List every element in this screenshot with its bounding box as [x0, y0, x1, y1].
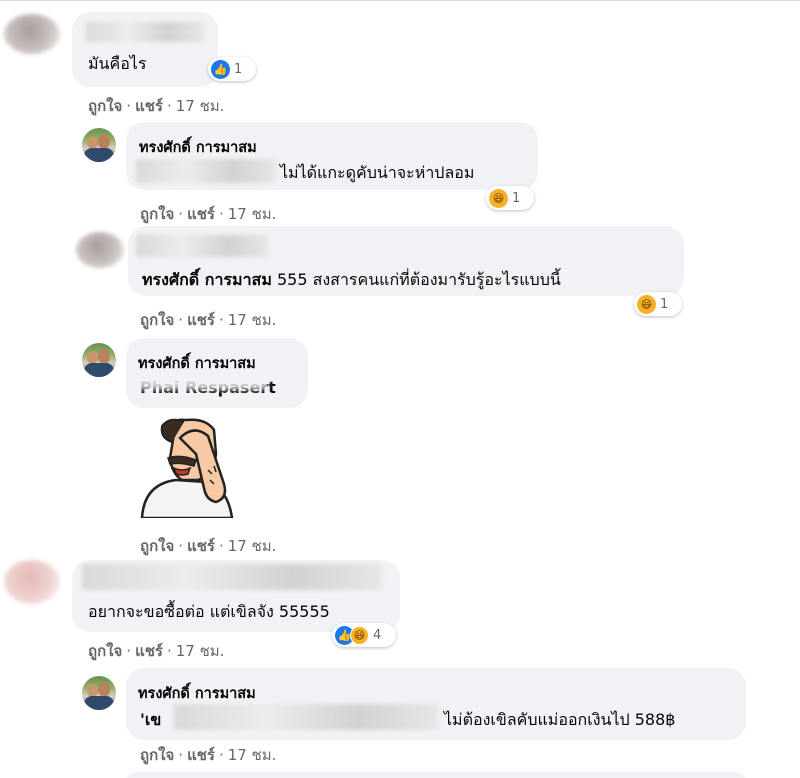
reaction-summary[interactable]: 😆 1	[634, 292, 682, 316]
timestamp[interactable]: 17 ชม.	[176, 642, 225, 660]
share-link[interactable]: แชร์	[187, 311, 215, 329]
comment-text: ไม่ได้แกะดูคับน่าจะห่าปลอม	[280, 163, 475, 182]
comment-text: 'เข	[140, 708, 161, 733]
redacted-author-name	[86, 22, 204, 42]
comment-actions: ถูกใจ · แชร์ · 17 ชม.	[140, 311, 277, 329]
comment-text: ไม่ต้องเขิลคับแม่ออกเงินไป 588฿	[444, 710, 676, 729]
comment-bubble: ทรงศักดิ์ การมาสม 555 สงสารคนแก่ที่ต้องม…	[128, 226, 684, 296]
top-divider	[0, 0, 800, 1]
comment-actions: ถูกใจ · แชร์ · 17 ชม.	[140, 746, 277, 764]
haha-icon: 😆	[489, 188, 508, 208]
share-link[interactable]: แชร์	[187, 746, 215, 764]
timestamp[interactable]: 17 ชม.	[176, 97, 225, 115]
reaction-count: 1	[660, 296, 669, 312]
comment-author[interactable]: ทรงศักดิ์ การมาสม	[138, 352, 256, 375]
timestamp[interactable]: 17 ชม.	[228, 537, 277, 555]
redacted-author-name	[82, 564, 382, 590]
comment-text: ทรงศักดิ์ การมาสม 555 สงสารคนแก่ที่ต้องม…	[142, 270, 561, 289]
share-link[interactable]: แชร์	[187, 537, 215, 555]
comment-bubble: ทรงศักดิ์ การมาสม Phai Respasert	[126, 338, 308, 408]
comment-bubble: ทรงศักดิ์ การมาสม ไม่ได้แกะดูคับน่าจะห่า…	[126, 122, 538, 190]
reaction-summary[interactable]: 👍 1	[208, 57, 256, 81]
comment-actions: ถูกใจ · แชร์ · 17 ชม.	[88, 642, 225, 660]
comment-bubble: อยากจะขอซื้อต่อ แต่เขิลจัง 55555	[72, 560, 400, 632]
tagged-user[interactable]: 'เข	[140, 710, 161, 729]
redacted-tag	[136, 159, 276, 183]
reaction-count: 1	[512, 190, 521, 206]
share-link[interactable]: แชร์	[187, 205, 215, 223]
redacted-tag	[138, 374, 268, 390]
redacted-tag	[174, 704, 438, 730]
like-link[interactable]: ถูกใจ	[140, 537, 174, 555]
tagged-user[interactable]: ทรงศักดิ์ การมาสม	[142, 270, 272, 289]
timestamp[interactable]: 17 ชม.	[228, 311, 277, 329]
like-icon: 👍	[211, 59, 230, 79]
facepalm-sticker	[140, 418, 234, 518]
reaction-count: 1	[234, 61, 243, 77]
commenter-avatar[interactable]	[82, 676, 116, 710]
commenter-avatar[interactable]	[4, 14, 60, 54]
comment-bubble	[126, 772, 746, 778]
timestamp[interactable]: 17 ชม.	[228, 205, 277, 223]
haha-icon: 😆	[637, 294, 656, 314]
like-link[interactable]: ถูกใจ	[88, 97, 122, 115]
comment-actions: ถูกใจ · แชร์ · 17 ชม.	[88, 97, 225, 115]
commenter-avatar[interactable]	[76, 232, 124, 268]
like-link[interactable]: ถูกใจ	[140, 311, 174, 329]
redacted-author-name	[136, 235, 268, 257]
reaction-summary[interactable]: 👍 😆 4	[332, 623, 396, 647]
commenter-avatar[interactable]	[82, 128, 116, 162]
comment-actions: ถูกใจ · แชร์ · 17 ชม.	[140, 205, 277, 223]
like-link[interactable]: ถูกใจ	[140, 205, 174, 223]
timestamp[interactable]: 17 ชม.	[228, 746, 277, 764]
share-link[interactable]: แชร์	[135, 642, 163, 660]
comment-text: อยากจะขอซื้อต่อ แต่เขิลจัง 55555	[88, 602, 330, 621]
comment-bubble: ทรงศักดิ์ การมาสม 'เข ไม่ต้องเขิลคับแม่อ…	[126, 668, 746, 740]
comment-author[interactable]: ทรงศักดิ์ การมาสม	[139, 136, 257, 159]
comment-author[interactable]: ทรงศักดิ์ การมาสม	[138, 682, 256, 705]
like-link[interactable]: ถูกใจ	[140, 746, 174, 764]
comment-actions: ถูกใจ · แชร์ · 17 ชม.	[140, 537, 277, 555]
haha-icon: 😆	[350, 625, 369, 645]
commenter-avatar[interactable]	[4, 560, 60, 604]
like-link[interactable]: ถูกใจ	[88, 642, 122, 660]
commenter-avatar[interactable]	[82, 343, 116, 377]
share-link[interactable]: แชร์	[135, 97, 163, 115]
reaction-summary[interactable]: 😆 1	[486, 186, 534, 210]
comment-text: มันคือไร	[88, 54, 147, 73]
comment-bubble: มันคือไร	[72, 12, 218, 87]
reaction-count: 4	[373, 627, 382, 643]
